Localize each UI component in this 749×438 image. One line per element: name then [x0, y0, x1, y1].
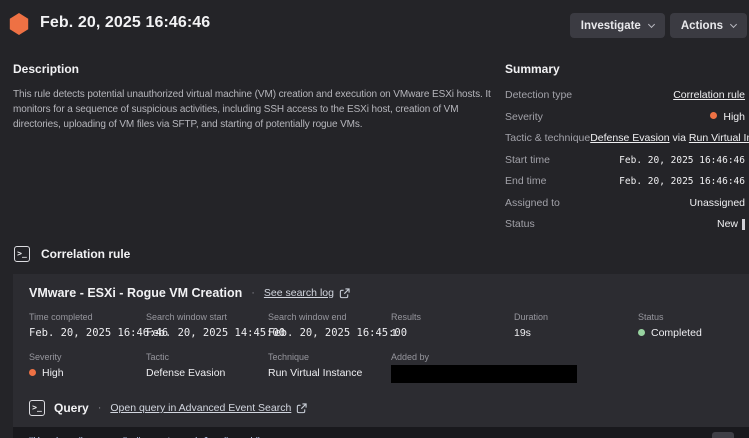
detection-type-label: Detection type	[505, 89, 572, 101]
actions-button-label: Actions	[681, 20, 723, 32]
separator-dot: ·	[251, 287, 255, 299]
summary-heading: Summary	[505, 62, 745, 76]
tactic-connector: via	[673, 132, 686, 144]
card-title-row: VMware - ESXi - Rogue VM Creation · See …	[13, 274, 749, 300]
status-dropdown-cutoff-icon[interactable]	[742, 219, 745, 230]
detection-hexagon-icon	[9, 13, 29, 35]
status-completed-dot-icon	[638, 329, 645, 336]
investigate-button[interactable]: Investigate	[570, 13, 665, 38]
separator-dot: ·	[98, 402, 102, 414]
assigned-to-label: Assigned to	[505, 197, 560, 209]
end-time-value: Feb. 20, 2025 16:46:46	[619, 176, 745, 187]
summary-row-end-time: End time Feb. 20, 2025 16:46:46	[505, 175, 745, 187]
query-heading: Query	[54, 401, 89, 415]
correlation-rule-section-header: >_ Correlation rule	[14, 246, 130, 262]
terminal-icon: >_	[14, 246, 30, 262]
chevron-down-icon	[648, 20, 655, 27]
field-tactic: Tactic Defense Evasion	[146, 352, 268, 383]
severity-high-dot-icon	[29, 369, 36, 376]
field-status: Status Completed	[638, 312, 733, 339]
description-section: Description This rule detects potential …	[13, 62, 491, 133]
field-search-window-end: Search window end Feb. 20, 2025 16:45:00	[268, 312, 391, 339]
correlation-rule-card: VMware - ESXi - Rogue VM Creation · See …	[13, 274, 749, 438]
summary-row-assigned-to: Assigned to Unassigned	[505, 197, 745, 209]
correlation-rule-heading: Correlation rule	[41, 247, 130, 261]
summary-row-status: Status New	[505, 218, 745, 230]
severity-high-dot-icon	[710, 112, 717, 119]
severity-value: High	[710, 111, 745, 123]
added-by-redacted-value	[391, 365, 577, 383]
query-code-block: #Vendor="vmware" #event.module="esxi"	[13, 427, 749, 438]
status-label: Status	[505, 218, 535, 230]
query-section-header: >_ Query · Open query in Advanced Event …	[13, 383, 749, 416]
summary-row-severity: Severity High	[505, 111, 745, 123]
summary-section: Summary Detection type Correlation rule …	[505, 62, 745, 240]
actions-button[interactable]: Actions	[670, 13, 747, 38]
alert-detail-panel: Feb. 20, 2025 16:46:46 Investigate Actio…	[0, 0, 749, 438]
field-severity: Severity High	[29, 352, 146, 383]
technique-link[interactable]: Run Virtual Instance	[689, 132, 749, 144]
external-link-icon	[339, 288, 350, 299]
detection-type-link[interactable]: Correlation rule	[673, 89, 745, 101]
field-time-completed: Time completed Feb. 20, 2025 16:46:46	[29, 312, 146, 339]
summary-row-detection-type: Detection type Correlation rule	[505, 89, 745, 101]
tactic-technique-label: Tactic & technique	[505, 132, 590, 144]
summary-row-tactic-technique: Tactic & technique Defense Evasion via R…	[505, 132, 745, 144]
investigate-button-label: Investigate	[581, 20, 641, 32]
chevron-down-icon	[730, 20, 737, 27]
terminal-icon: >_	[29, 400, 45, 416]
summary-row-start-time: Start time Feb. 20, 2025 16:46:46	[505, 154, 745, 166]
description-heading: Description	[13, 62, 491, 76]
start-time-label: Start time	[505, 154, 550, 166]
end-time-label: End time	[505, 175, 546, 187]
severity-label: Severity	[505, 111, 543, 123]
field-results: Results 1	[391, 312, 514, 339]
field-added-by: Added by	[391, 352, 638, 383]
field-technique: Technique Run Virtual Instance	[268, 352, 391, 383]
page-title: Feb. 20, 2025 16:46:46	[40, 14, 210, 32]
external-link-icon	[296, 403, 307, 414]
assigned-to-value: Unassigned	[690, 197, 745, 209]
tactic-technique-value: Defense Evasion via Run Virtual Instance	[590, 132, 749, 144]
field-search-window-start: Search window start Feb. 20, 2025 14:45:…	[146, 312, 268, 339]
rule-name: VMware - ESXi - Rogue VM Creation	[29, 286, 242, 300]
field-duration: Duration 19s	[514, 312, 638, 339]
description-text: This rule detects potential unauthorized…	[13, 87, 491, 133]
start-time-value: Feb. 20, 2025 16:46:46	[619, 155, 745, 166]
status-value: New	[717, 218, 745, 230]
tactic-link[interactable]: Defense Evasion	[590, 132, 669, 144]
copy-query-button[interactable]	[712, 432, 734, 438]
open-query-link[interactable]: Open query in Advanced Event Search	[110, 402, 307, 414]
see-search-log-link[interactable]: See search log	[264, 287, 350, 299]
panel-header: Feb. 20, 2025 16:46:46 Investigate Actio…	[0, 0, 749, 50]
header-actions: Investigate Actions	[570, 13, 747, 38]
rule-fields-grid: Time completed Feb. 20, 2025 16:46:46 Se…	[13, 300, 749, 383]
